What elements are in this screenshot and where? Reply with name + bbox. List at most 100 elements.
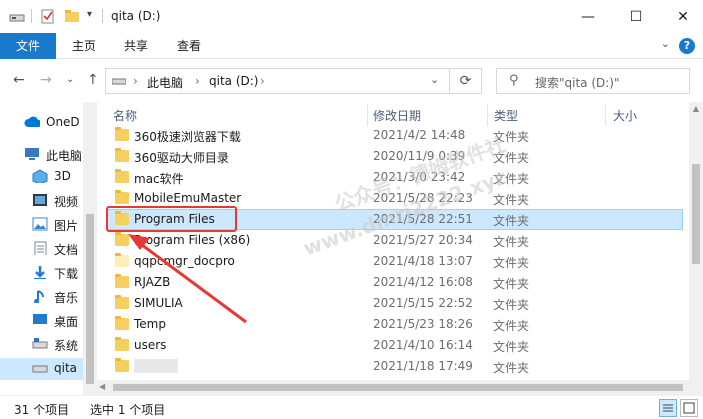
folder-icon xyxy=(115,358,129,372)
column-divider[interactable] xyxy=(605,104,606,126)
divider xyxy=(31,9,32,23)
nav-item-documents[interactable]: 文档 xyxy=(0,238,83,260)
folder-icon xyxy=(115,274,129,288)
tab-file[interactable]: 文件 xyxy=(0,33,56,59)
nav-scrollbar[interactable] xyxy=(83,102,97,395)
folder-icon xyxy=(115,190,129,204)
expand-ribbon-icon[interactable]: ⌄ xyxy=(661,37,670,50)
tab-view[interactable]: 查看 xyxy=(171,33,207,59)
close-button[interactable]: ✕ xyxy=(660,0,703,33)
videos-icon xyxy=(33,194,47,206)
new-folder-icon[interactable] xyxy=(64,9,80,23)
folder-icon xyxy=(115,253,129,267)
search-icon: ⚲ xyxy=(509,73,519,88)
column-header-name[interactable]: 名称 xyxy=(113,102,137,126)
search-input[interactable]: ⚲ 搜索"qita (D:)" xyxy=(496,68,690,94)
nav-item-qita-drive[interactable]: qita xyxy=(0,358,83,380)
breadcrumb-drive[interactable]: qita (D:) xyxy=(209,74,258,88)
large-icons-view-button[interactable] xyxy=(680,399,698,417)
table-row[interactable]: SIMULIA 2021/5/15 22:52 文件夹 xyxy=(107,293,683,314)
nav-item-3d-objects[interactable]: 3D xyxy=(0,166,83,188)
up-button[interactable]: ↑ xyxy=(87,72,99,88)
details-view-icon xyxy=(663,404,673,412)
nav-item-system-drive[interactable]: 系统 xyxy=(0,334,83,356)
properties-icon[interactable] xyxy=(40,8,56,24)
documents-icon xyxy=(34,241,47,255)
title-bar: ▾ qita (D:) — ☐ ✕ xyxy=(0,0,703,33)
scroll-left-icon[interactable]: ◀ xyxy=(99,382,105,391)
forward-button[interactable]: → xyxy=(40,72,52,88)
tab-home[interactable]: 主页 xyxy=(66,33,102,59)
folder-icon xyxy=(115,316,129,330)
column-divider[interactable] xyxy=(487,104,488,126)
nav-item-desktop[interactable]: 桌面 xyxy=(0,310,83,332)
table-row[interactable]: qqpcmgr_docpro 2021/4/18 13:07 文件夹 xyxy=(107,251,683,272)
folder-icon xyxy=(115,295,129,309)
minimize-button[interactable]: — xyxy=(565,0,611,33)
table-row[interactable]: 2021/1/18 17:49 文件夹 xyxy=(107,356,683,377)
column-header-type[interactable]: 类型 xyxy=(494,102,518,126)
system-drive-icon xyxy=(32,338,48,349)
column-header-date[interactable]: 修改日期 xyxy=(373,102,421,126)
vertical-scrollbar-thumb[interactable] xyxy=(692,164,700,264)
folder-icon xyxy=(115,232,129,246)
drive-icon xyxy=(9,14,25,22)
folder-icon xyxy=(115,169,129,183)
address-dropdown-icon[interactable]: ⌄ xyxy=(430,73,439,86)
address-bar[interactable]: › 此电脑 › qita (D:) › ⌄ xyxy=(105,68,450,94)
downloads-icon xyxy=(34,266,46,279)
table-row[interactable]: Program Files (x86) 2021/5/27 20:34 文件夹 xyxy=(107,230,683,251)
this-pc-icon xyxy=(25,148,39,160)
selection-count: 选中 1 个项目 xyxy=(90,403,166,417)
onedrive-icon xyxy=(24,116,40,127)
table-row[interactable]: users 2021/4/10 16:14 文件夹 xyxy=(107,335,683,356)
horizontal-scrollbar[interactable]: ◀ xyxy=(97,380,689,395)
table-row[interactable]: Temp 2021/5/23 18:26 文件夹 xyxy=(107,314,683,335)
column-header-size[interactable]: 大小 xyxy=(613,102,637,126)
address-row: ← → ⌄ ↑ › 此电脑 › qita (D:) › ⌄ ⟳ ⚲ 搜索"qit… xyxy=(0,60,703,102)
ribbon: 文件 主页 共享 查看 ⌄ ? xyxy=(0,33,703,59)
refresh-button[interactable]: ⟳ xyxy=(450,68,482,94)
back-button[interactable]: ← xyxy=(13,72,25,88)
blurred-filename xyxy=(134,359,178,373)
breadcrumb-separator: › xyxy=(260,74,265,88)
help-button[interactable]: ? xyxy=(679,38,695,54)
nav-item-this-pc[interactable]: 此电脑 xyxy=(0,144,83,166)
table-row[interactable]: RJAZB 2021/4/12 16:08 文件夹 xyxy=(107,272,683,293)
quick-access-dropdown-icon[interactable]: ▾ xyxy=(87,9,92,20)
file-list: ˄ 名称 修改日期 类型 大小 360极速浏览器下载 2021/4/2 14:4… xyxy=(97,102,703,395)
nav-scrollbar-thumb[interactable] xyxy=(86,214,94,384)
pictures-icon xyxy=(32,217,48,231)
this-pc-icon xyxy=(112,78,126,85)
details-view-button[interactable] xyxy=(659,399,677,417)
nav-item-videos[interactable]: 视频 xyxy=(0,190,83,212)
highlight-box xyxy=(106,206,237,232)
horizontal-scrollbar-thumb[interactable] xyxy=(113,384,683,391)
nav-item-onedrive[interactable]: OneD xyxy=(0,112,83,134)
maximize-button[interactable]: ☐ xyxy=(613,0,659,33)
table-row[interactable]: 360驱动大师目录 2020/11/9 0:39 文件夹 xyxy=(107,146,683,167)
item-count: 31 个项目 xyxy=(14,403,70,417)
large-icons-view-icon xyxy=(683,402,695,414)
vertical-scrollbar[interactable]: ▲ xyxy=(689,102,703,395)
nav-item-music[interactable]: 音乐 xyxy=(0,286,83,308)
nav-item-pictures[interactable]: 图片 xyxy=(0,214,83,236)
folder-icon xyxy=(115,148,129,162)
window-title: qita (D:) xyxy=(111,9,161,23)
music-icon xyxy=(34,290,44,303)
nav-item-downloads[interactable]: 下载 xyxy=(0,262,83,284)
status-bar: 31 个项目 选中 1 个项目 xyxy=(0,395,703,419)
folder-icon xyxy=(115,337,129,351)
drive-icon xyxy=(32,365,48,373)
scroll-up-icon[interactable]: ▲ xyxy=(689,104,703,113)
column-divider[interactable] xyxy=(367,104,368,126)
recent-locations-icon[interactable]: ⌄ xyxy=(66,74,74,85)
divider xyxy=(102,9,103,23)
tab-share[interactable]: 共享 xyxy=(118,33,154,59)
table-row[interactable]: 360极速浏览器下载 2021/4/2 14:48 文件夹 xyxy=(107,125,683,146)
desktop-icon xyxy=(33,314,47,324)
breadcrumb-this-pc[interactable]: 此电脑 xyxy=(147,74,183,91)
breadcrumb-separator: › xyxy=(133,74,138,88)
table-row[interactable]: mac软件 2021/3/0 23:42 文件夹 xyxy=(107,167,683,188)
sort-ascending-icon: ˄ xyxy=(233,102,238,109)
